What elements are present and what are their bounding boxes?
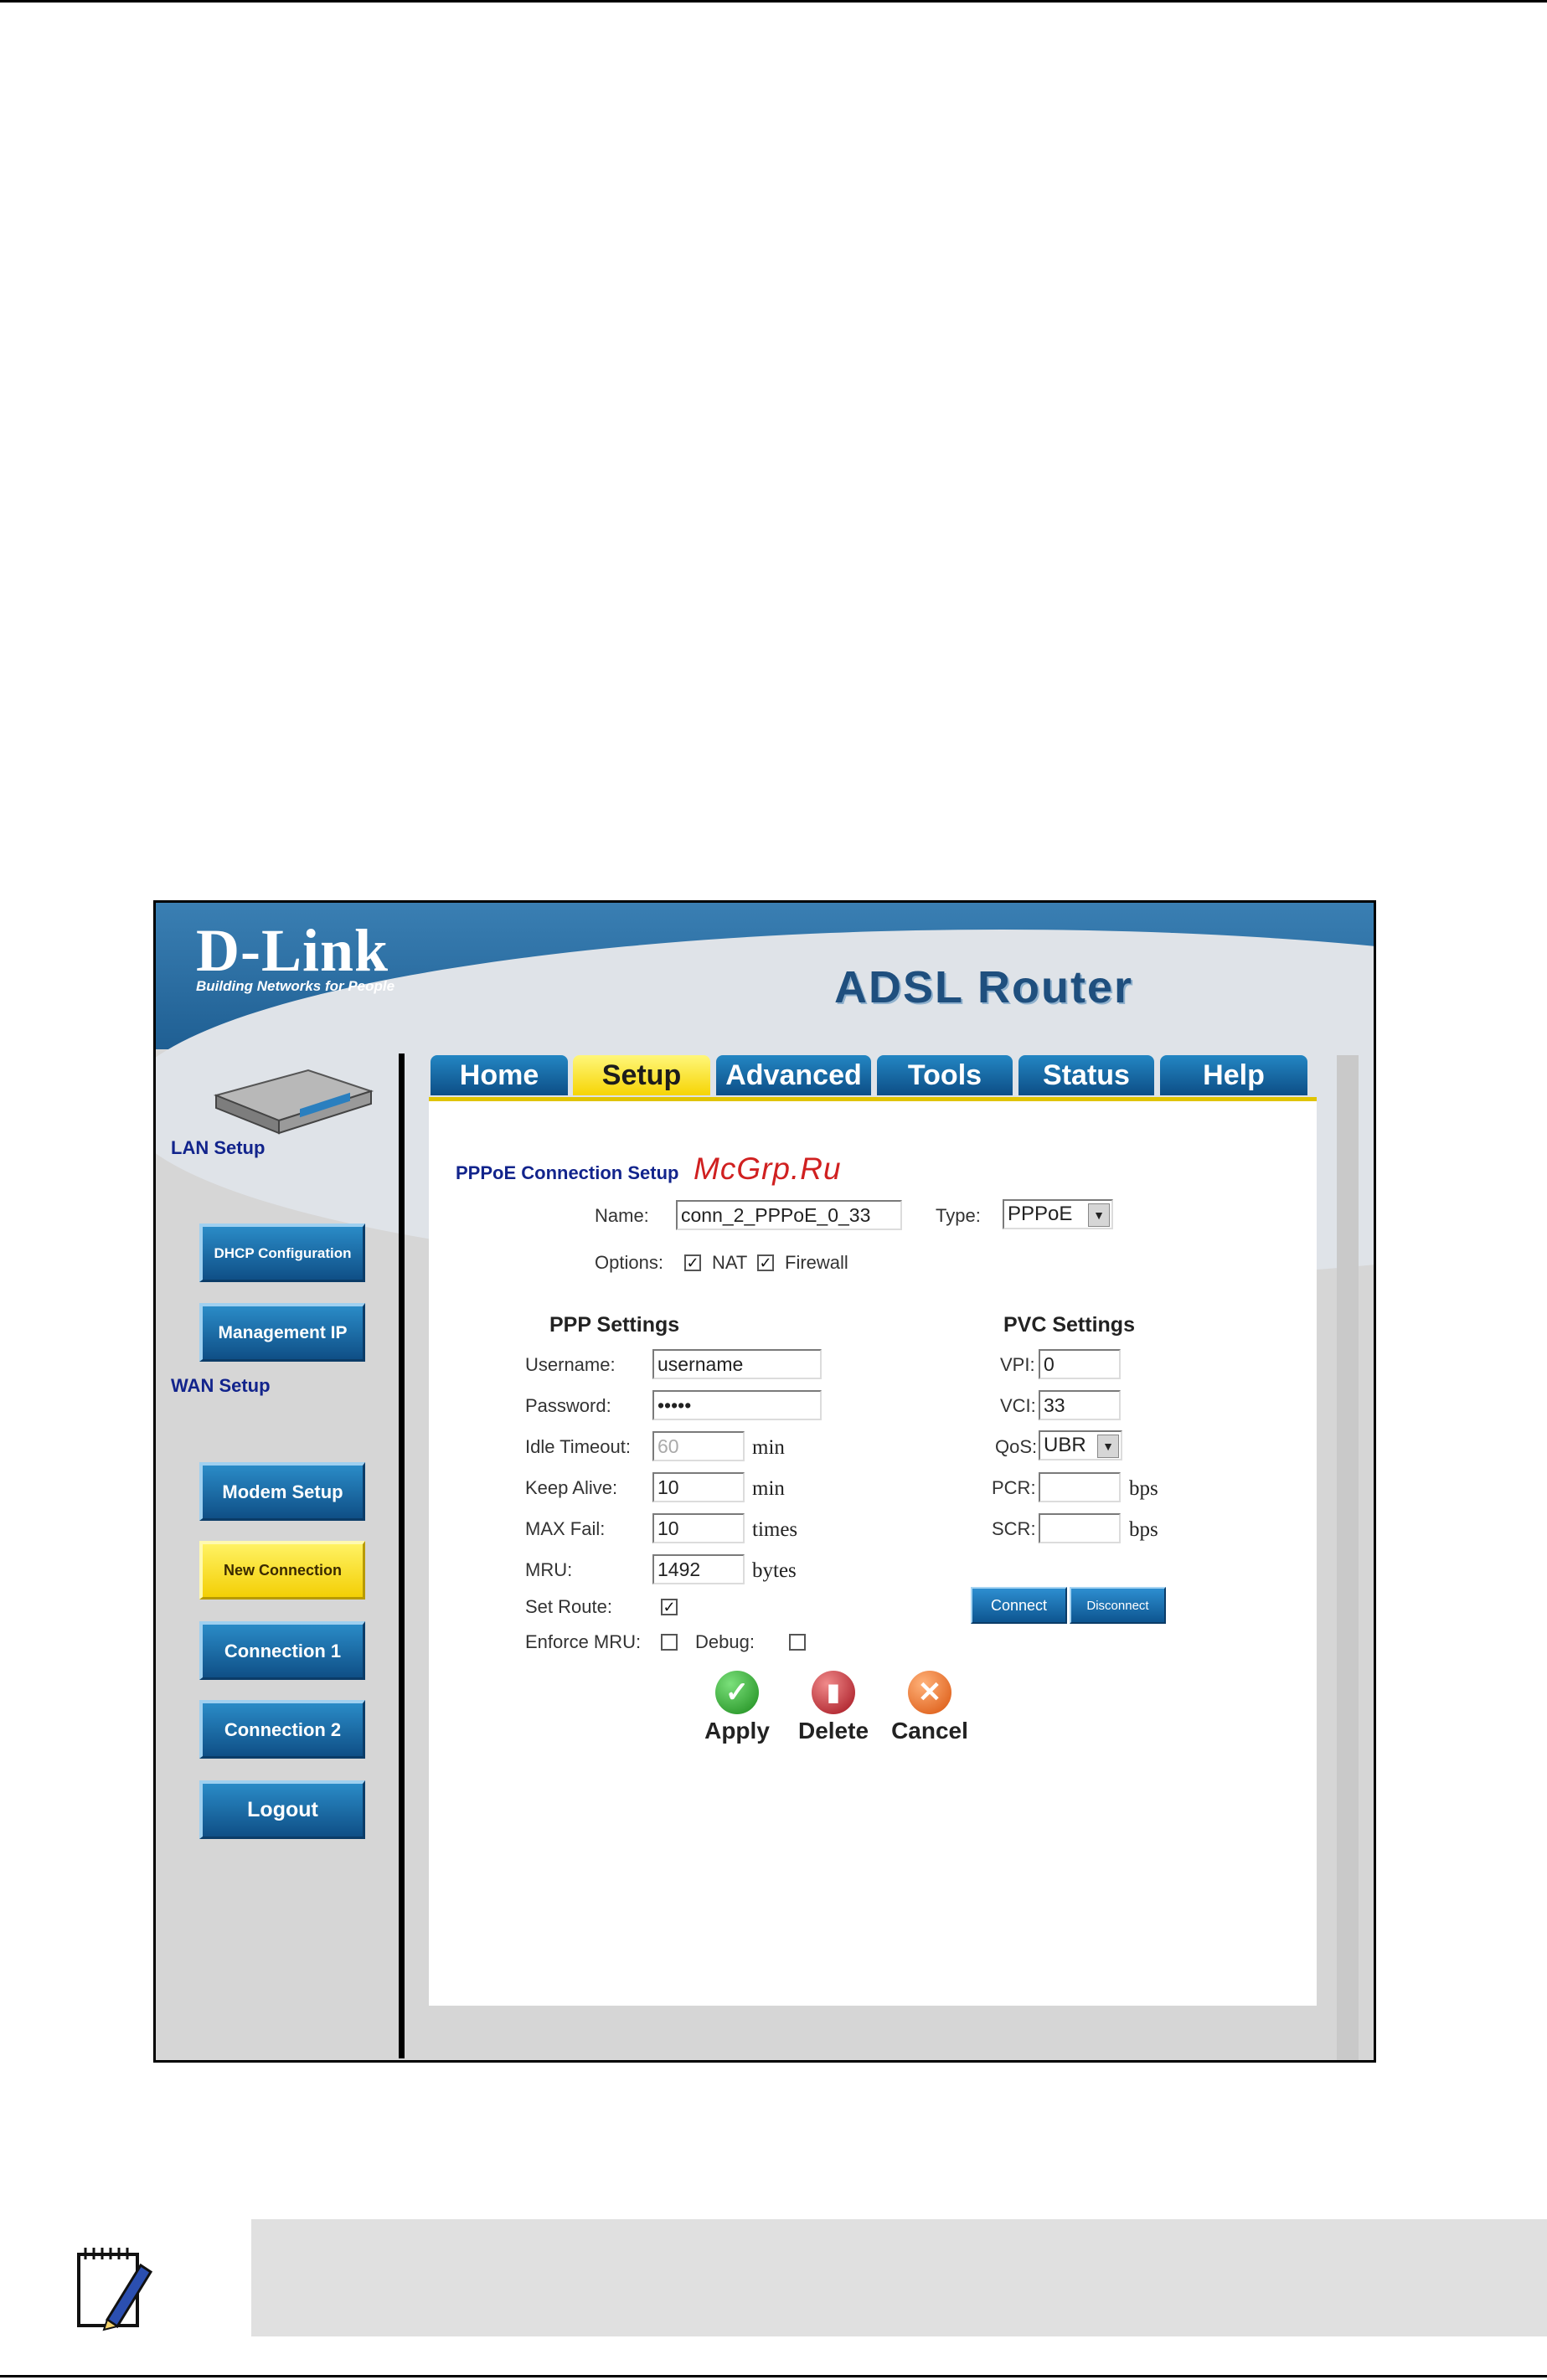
mru-unit: bytes (752, 1559, 797, 1582)
keep-alive-unit: min (752, 1477, 785, 1500)
nat-label: NAT (712, 1252, 748, 1273)
wan-setup-label: WAN Setup (171, 1375, 271, 1396)
tab-home[interactable]: Home (431, 1055, 568, 1095)
delete-label: Delete (797, 1718, 869, 1744)
cancel-button[interactable]: ✕ Cancel (884, 1671, 976, 1744)
scr-label: SCR: (992, 1518, 1036, 1539)
username-input[interactable] (652, 1349, 822, 1379)
apply-label: Apply (704, 1718, 770, 1744)
keep-alive-input[interactable] (652, 1472, 745, 1502)
logout-button[interactable]: Logout (199, 1780, 365, 1839)
max-fail-input[interactable] (652, 1513, 745, 1543)
firewall-label: Firewall (785, 1252, 848, 1273)
ppp-settings-title: PPP Settings (549, 1313, 680, 1337)
chevron-down-icon: ▼ (1088, 1203, 1110, 1227)
disconnect-button[interactable]: Disconnect (1070, 1587, 1166, 1624)
qos-select[interactable]: UBR ▼ (1039, 1430, 1122, 1460)
tab-advanced[interactable]: Advanced (716, 1055, 871, 1095)
new-connection-button[interactable]: New Connection (199, 1541, 365, 1600)
vci-input[interactable] (1039, 1390, 1121, 1420)
set-route-checkbox[interactable]: ✓ (661, 1599, 678, 1615)
router-device-icon (213, 1069, 374, 1135)
sidebar-divider (399, 1053, 405, 2058)
enforce-mru-label: Enforce MRU: (525, 1631, 642, 1652)
connection-1-button[interactable]: Connection 1 (199, 1621, 365, 1680)
logo-brand: D-Link (196, 917, 389, 984)
cancel-label: Cancel (891, 1718, 968, 1744)
idle-timeout-unit: min (752, 1436, 785, 1459)
scr-input[interactable] (1039, 1513, 1121, 1543)
debug-checkbox[interactable] (789, 1634, 806, 1651)
tab-tools[interactable]: Tools (877, 1055, 1013, 1095)
router-screenshot: D-Link Building Networks for People ADSL… (153, 900, 1376, 2063)
management-ip-button[interactable]: Management IP (199, 1303, 365, 1362)
max-fail-label: MAX Fail: (525, 1518, 606, 1539)
qos-label: QoS: (995, 1436, 1038, 1457)
apply-button[interactable]: ✓ Apply (691, 1671, 783, 1744)
firewall-checkbox[interactable]: ✓ (757, 1254, 774, 1271)
vpi-input[interactable] (1039, 1349, 1121, 1379)
top-rule (0, 0, 1547, 3)
product-title: ADSL Router (834, 962, 1134, 1012)
keep-alive-label: Keep Alive: (525, 1477, 618, 1498)
type-select-value: PPPoE (1008, 1203, 1073, 1225)
tab-setup[interactable]: Setup (573, 1055, 710, 1095)
enforce-mru-checkbox[interactable] (661, 1634, 678, 1651)
lan-setup-label: LAN Setup (171, 1137, 266, 1158)
bottom-rule (0, 2375, 1547, 2377)
connection-2-button[interactable]: Connection 2 (199, 1700, 365, 1759)
dlink-logo: D-Link Building Networks for People (196, 917, 395, 995)
connect-button[interactable]: Connect (971, 1587, 1067, 1624)
note-box (251, 2219, 1547, 2336)
idle-timeout-label: Idle Timeout: (525, 1436, 631, 1457)
setup-content-panel: PPPoE Connection Setup McGrp.Ru Name: Ty… (429, 1101, 1317, 2006)
options-label: Options: (595, 1252, 663, 1273)
x-icon: ✕ (908, 1671, 951, 1714)
password-label: Password: (525, 1395, 611, 1416)
watermark: McGrp.Ru (694, 1151, 842, 1186)
notepad-pen-icon (77, 2248, 153, 2331)
nat-checkbox[interactable]: ✓ (684, 1254, 701, 1271)
tab-help[interactable]: Help (1160, 1055, 1307, 1095)
form-title: PPPoE Connection Setup (456, 1162, 679, 1183)
pcr-label: PCR: (992, 1477, 1036, 1498)
name-label: Name: (595, 1205, 649, 1226)
password-input[interactable] (652, 1390, 822, 1420)
header-banner: D-Link Building Networks for People ADSL… (156, 903, 1374, 1281)
type-label: Type: (936, 1205, 981, 1226)
main-tabs: Home Setup Advanced Tools Status Help (429, 1055, 1317, 1097)
mru-label: MRU: (525, 1559, 573, 1580)
idle-timeout-input[interactable] (652, 1431, 745, 1461)
right-scroll-area (1337, 1055, 1359, 2060)
qos-select-value: UBR (1044, 1434, 1086, 1456)
type-select[interactable]: PPPoE ▼ (1003, 1199, 1113, 1229)
checkmark-icon: ✓ (715, 1671, 759, 1714)
pvc-settings-title: PVC Settings (1003, 1313, 1135, 1337)
delete-button[interactable]: ▮ Delete (787, 1671, 879, 1744)
chevron-down-icon: ▼ (1097, 1435, 1119, 1458)
set-route-label: Set Route: (525, 1596, 612, 1617)
tab-status[interactable]: Status (1018, 1055, 1154, 1095)
mru-input[interactable] (652, 1554, 745, 1584)
vpi-label: VPI: (1000, 1354, 1035, 1375)
modem-setup-button[interactable]: Modem Setup (199, 1462, 365, 1521)
pcr-input[interactable] (1039, 1472, 1121, 1502)
vci-label: VCI: (1000, 1395, 1036, 1416)
username-label: Username: (525, 1354, 616, 1375)
name-input[interactable] (676, 1200, 902, 1230)
max-fail-unit: times (752, 1518, 798, 1541)
dhcp-configuration-button[interactable]: DHCP Configuration (199, 1223, 365, 1282)
pcr-unit: bps (1129, 1477, 1158, 1500)
scr-unit: bps (1129, 1518, 1158, 1541)
logo-tagline: Building Networks for People (196, 978, 395, 994)
debug-label: Debug: (695, 1631, 755, 1652)
trash-icon: ▮ (812, 1671, 855, 1714)
